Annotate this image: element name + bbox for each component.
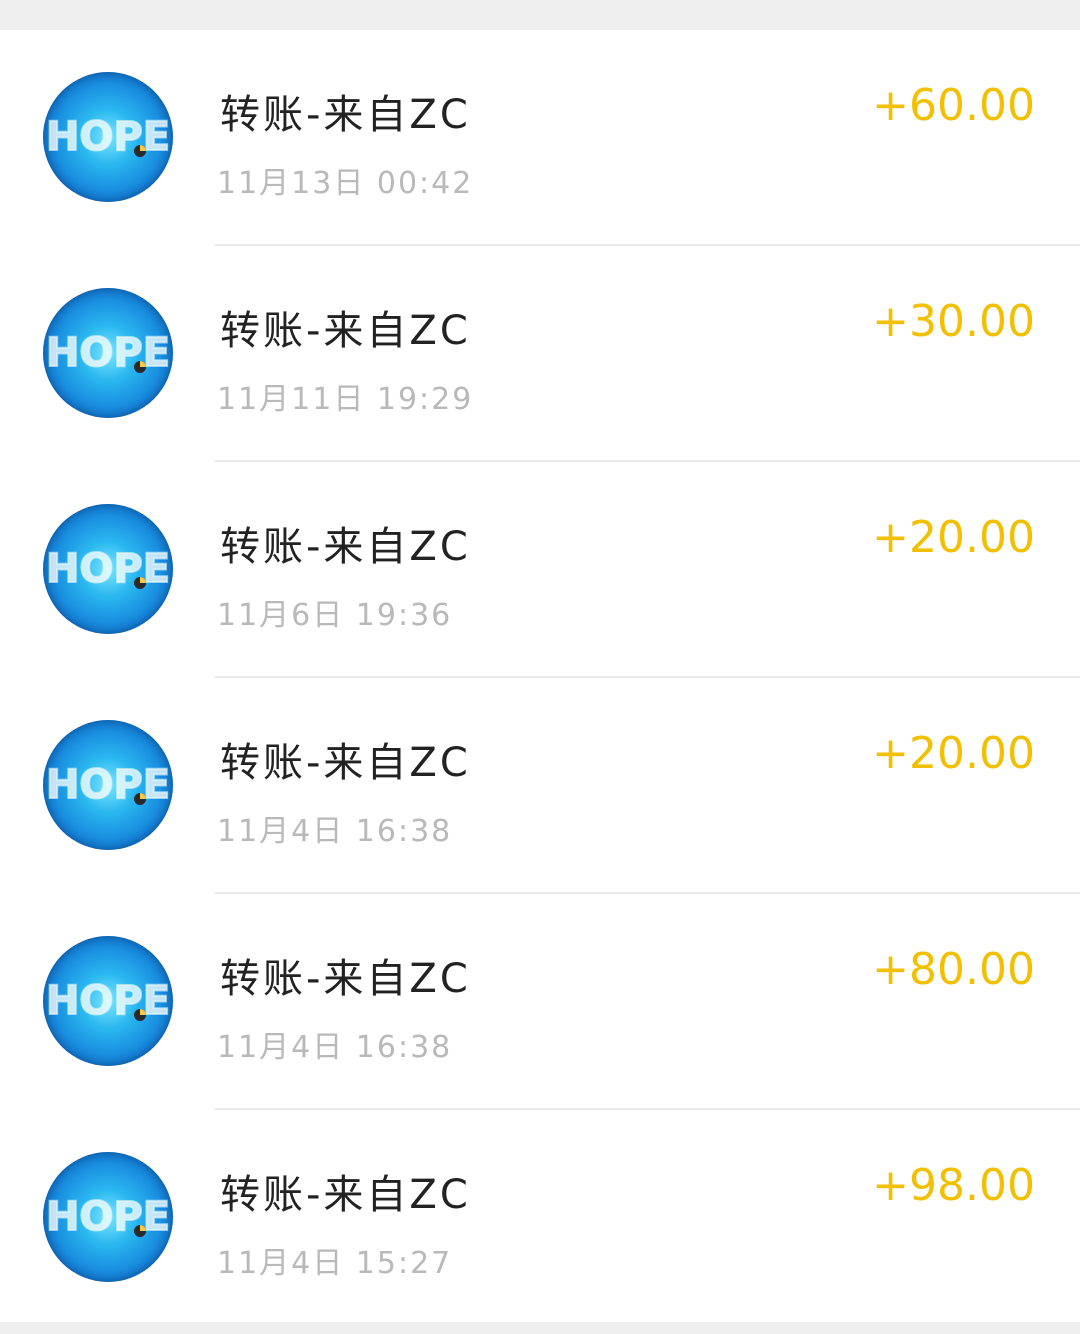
- transaction-row[interactable]: HOPE 转账-来自ZC 11月4日 15:27 +98.00: [0, 1110, 1080, 1326]
- transaction-time: 11月11日 19:29: [217, 382, 474, 417]
- transaction-amount: +20.00: [872, 728, 1035, 779]
- transaction-title: 转账-来自ZC: [220, 740, 471, 786]
- transaction-title: 转账-来自ZC: [220, 92, 471, 138]
- svg-text:HOPE: HOPE: [46, 546, 170, 592]
- avatar: HOPE: [43, 720, 173, 850]
- avatar: HOPE: [43, 936, 173, 1066]
- transaction-row[interactable]: HOPE 转账-来自ZC 11月6日 19:36 +20.00: [0, 462, 1080, 678]
- transaction-row[interactable]: HOPE 转账-来自ZC 11月11日 19:29 +30.00: [0, 246, 1080, 462]
- hope-logo-icon: HOPE: [45, 761, 171, 809]
- transaction-title: 转账-来自ZC: [220, 1172, 471, 1218]
- transaction-amount: +30.00: [872, 296, 1035, 347]
- transaction-amount: +98.00: [872, 1160, 1035, 1211]
- transaction-time: 11月6日 19:36: [217, 598, 453, 633]
- hope-logo-icon: HOPE: [45, 1193, 171, 1241]
- hope-logo-icon: HOPE: [45, 977, 171, 1025]
- transaction-title: 转账-来自ZC: [220, 956, 471, 1002]
- avatar: HOPE: [43, 1152, 173, 1282]
- transaction-title: 转账-来自ZC: [220, 308, 471, 354]
- transaction-time: 11月4日 16:38: [217, 814, 453, 849]
- transaction-row[interactable]: HOPE 转账-来自ZC 11月13日 00:42 +60.00: [0, 30, 1080, 246]
- transaction-time: 11月13日 00:42: [217, 166, 474, 201]
- avatar: HOPE: [43, 72, 173, 202]
- hope-logo-icon: HOPE: [45, 545, 171, 593]
- transaction-time: 11月4日 15:27: [217, 1246, 453, 1281]
- transaction-page: HOPE 转账-来自ZC 11月13日 00:42 +60.00 HOPE 转账…: [0, 0, 1080, 1334]
- svg-text:HOPE: HOPE: [46, 114, 170, 160]
- transaction-time: 11月4日 16:38: [217, 1030, 453, 1065]
- transaction-amount: +80.00: [872, 944, 1035, 995]
- transaction-row[interactable]: HOPE 转账-来自ZC 11月4日 16:38 +80.00: [0, 894, 1080, 1110]
- transaction-title: 转账-来自ZC: [220, 524, 471, 570]
- hope-logo-icon: HOPE: [45, 113, 171, 161]
- transaction-amount: +60.00: [872, 80, 1035, 131]
- avatar: HOPE: [43, 504, 173, 634]
- avatar: HOPE: [43, 288, 173, 418]
- hope-logo-icon: HOPE: [45, 329, 171, 377]
- transaction-row[interactable]: HOPE 转账-来自ZC 11月4日 16:38 +20.00: [0, 678, 1080, 894]
- svg-text:HOPE: HOPE: [46, 330, 170, 376]
- transaction-list: HOPE 转账-来自ZC 11月13日 00:42 +60.00 HOPE 转账…: [0, 30, 1080, 1322]
- svg-text:HOPE: HOPE: [46, 762, 170, 808]
- svg-text:HOPE: HOPE: [46, 978, 170, 1024]
- transaction-amount: +20.00: [872, 512, 1035, 563]
- svg-text:HOPE: HOPE: [46, 1194, 170, 1240]
